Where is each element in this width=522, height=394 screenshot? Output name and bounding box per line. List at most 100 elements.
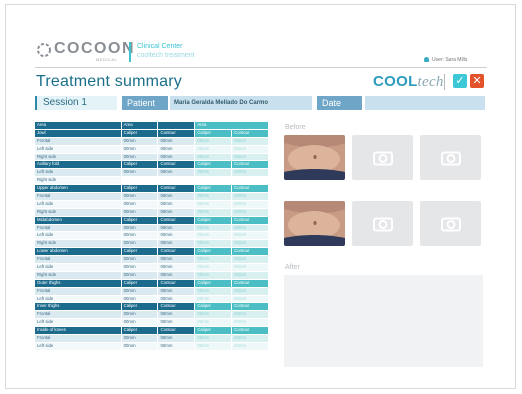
measurement-cell[interactable]: Contour xyxy=(158,327,195,335)
measurement-cell[interactable]: 00mm xyxy=(158,335,195,342)
measurement-cell[interactable]: 00mm xyxy=(121,335,158,342)
measurement-cell[interactable]: 00mm xyxy=(121,169,158,177)
measurement-cell[interactable]: 00mm xyxy=(195,169,232,177)
photo-placeholder[interactable] xyxy=(420,135,481,180)
measurement-cell[interactable]: 00mm xyxy=(158,137,195,145)
measurement-cell[interactable]: 00mm xyxy=(158,169,195,177)
measurement-cell[interactable]: 00mm xyxy=(158,295,195,303)
before-photo-1[interactable] xyxy=(284,135,345,180)
measurement-cell[interactable]: 00mm xyxy=(195,145,232,153)
date-field[interactable] xyxy=(365,96,485,110)
measurement-cell[interactable]: Contour xyxy=(232,279,268,287)
measurement-cell[interactable]: 00mm xyxy=(158,264,195,271)
measurement-cell[interactable]: 00mm xyxy=(121,319,158,327)
measurement-cell[interactable]: 00mm xyxy=(121,256,158,264)
measurement-cell[interactable]: 00mm xyxy=(158,271,195,279)
measurement-cell[interactable]: 00mm xyxy=(232,208,268,216)
measurement-cell[interactable]: 00mm xyxy=(195,224,232,232)
measurement-cell[interactable]: Caliper xyxy=(195,248,232,256)
measurement-cell[interactable]: 00mm xyxy=(232,295,268,303)
measurement-cell[interactable]: 00mm xyxy=(232,271,268,279)
measurement-cell[interactable]: 00mm xyxy=(158,342,195,350)
measurement-cell[interactable]: Caliper xyxy=(195,161,232,169)
measurement-cell[interactable]: 00mm xyxy=(121,153,158,161)
measurement-cell[interactable]: Contour xyxy=(158,303,195,311)
measurement-cell[interactable]: 00mm xyxy=(195,271,232,279)
measurement-cell[interactable]: Caliper xyxy=(195,129,232,137)
measurement-cell[interactable]: 00mm xyxy=(158,240,195,248)
measurement-cell[interactable]: 00mm xyxy=(121,193,158,200)
measurement-cell[interactable]: 00mm xyxy=(232,335,268,342)
measurement-cell[interactable]: 00mm xyxy=(232,169,268,177)
measurement-cell[interactable]: 00mm xyxy=(121,264,158,271)
measurement-cell[interactable]: 00mm xyxy=(195,137,232,145)
measurement-cell[interactable]: Caliper xyxy=(121,161,158,169)
measurement-cell[interactable]: 00mm xyxy=(158,232,195,240)
measurement-cell[interactable]: 00mm xyxy=(158,200,195,208)
close-button[interactable]: ✕ xyxy=(470,74,484,88)
measurement-cell[interactable]: 00mm xyxy=(158,319,195,327)
measurement-cell[interactable]: 00mm xyxy=(232,342,268,350)
measurement-cell[interactable]: Contour xyxy=(232,161,268,169)
measurement-cell[interactable]: Contour xyxy=(158,216,195,224)
measurement-cell[interactable]: Caliper xyxy=(121,185,158,193)
measurement-cell[interactable]: 00mm xyxy=(195,232,232,240)
measurement-cell[interactable]: 00mm xyxy=(121,208,158,216)
measurement-cell[interactable]: Contour xyxy=(158,279,195,287)
measurement-cell[interactable]: 00mm xyxy=(232,145,268,153)
measurement-cell[interactable]: Contour xyxy=(232,327,268,335)
after-photo-area[interactable] xyxy=(284,275,483,367)
measurement-cell[interactable]: 00mm xyxy=(232,256,268,264)
measurement-cell[interactable]: Contour xyxy=(232,129,268,137)
measurement-cell[interactable]: Contour xyxy=(158,161,195,169)
measurement-cell[interactable]: 00mm xyxy=(121,342,158,350)
measurement-cell[interactable]: 00mm xyxy=(232,287,268,295)
measurement-cell[interactable]: 00mm xyxy=(121,137,158,145)
measurement-cell[interactable]: Caliper xyxy=(195,303,232,311)
photo-placeholder[interactable] xyxy=(420,201,481,246)
measurement-cell[interactable]: 00mm xyxy=(232,200,268,208)
measurement-cell[interactable]: Caliper xyxy=(121,216,158,224)
measurement-cell[interactable]: 00mm xyxy=(158,208,195,216)
measurement-cell[interactable]: 00mm xyxy=(195,193,232,200)
measurement-cell[interactable]: 00mm xyxy=(232,240,268,248)
measurement-cell[interactable]: 00mm xyxy=(195,208,232,216)
measurement-cell[interactable]: Caliper xyxy=(195,216,232,224)
measurement-cell[interactable]: 00mm xyxy=(158,145,195,153)
measurement-cell[interactable]: 00mm xyxy=(121,287,158,295)
measurement-cell[interactable]: 00mm xyxy=(195,153,232,161)
user-indicator[interactable]: User: Sara Mills xyxy=(424,57,467,63)
measurement-cell[interactable]: 00mm xyxy=(195,287,232,295)
confirm-button[interactable]: ✓ xyxy=(453,74,467,88)
before-photo-2[interactable] xyxy=(284,201,345,246)
measurement-cell[interactable]: Contour xyxy=(232,216,268,224)
measurement-cell[interactable]: 00mm xyxy=(195,335,232,342)
measurement-cell[interactable]: 00mm xyxy=(232,153,268,161)
measurement-cell[interactable]: Caliper xyxy=(195,185,232,193)
measurement-cell[interactable]: Contour xyxy=(158,185,195,193)
measurement-cell[interactable]: 00mm xyxy=(158,153,195,161)
photo-placeholder[interactable] xyxy=(352,201,413,246)
measurement-cell[interactable]: 00mm xyxy=(232,224,268,232)
measurement-cell[interactable]: 00mm xyxy=(121,145,158,153)
photo-placeholder[interactable] xyxy=(352,135,413,180)
measurement-cell[interactable]: 00mm xyxy=(195,311,232,319)
measurement-cell[interactable]: 00mm xyxy=(195,240,232,248)
measurement-cell[interactable]: Caliper xyxy=(121,129,158,137)
measurement-cell[interactable]: 00mm xyxy=(121,295,158,303)
measurement-cell[interactable]: 00mm xyxy=(121,311,158,319)
measurement-cell[interactable]: 00mm xyxy=(121,224,158,232)
measurement-cell[interactable]: 00mm xyxy=(158,287,195,295)
measurement-cell[interactable]: Caliper xyxy=(121,279,158,287)
measurement-cell[interactable]: Caliper xyxy=(121,248,158,256)
measurement-cell[interactable]: Contour xyxy=(232,185,268,193)
measurement-cell[interactable]: 00mm xyxy=(195,256,232,264)
measurement-cell[interactable]: 00mm xyxy=(195,319,232,327)
measurement-cell[interactable]: 00mm xyxy=(158,256,195,264)
measurement-cell[interactable]: 00mm xyxy=(232,319,268,327)
measurement-cell[interactable]: 00mm xyxy=(195,200,232,208)
measurement-cell[interactable]: 00mm xyxy=(232,264,268,271)
measurement-cell[interactable]: 00mm xyxy=(121,200,158,208)
measurement-cell[interactable]: Caliper xyxy=(195,279,232,287)
measurement-cell[interactable]: 00mm xyxy=(121,240,158,248)
